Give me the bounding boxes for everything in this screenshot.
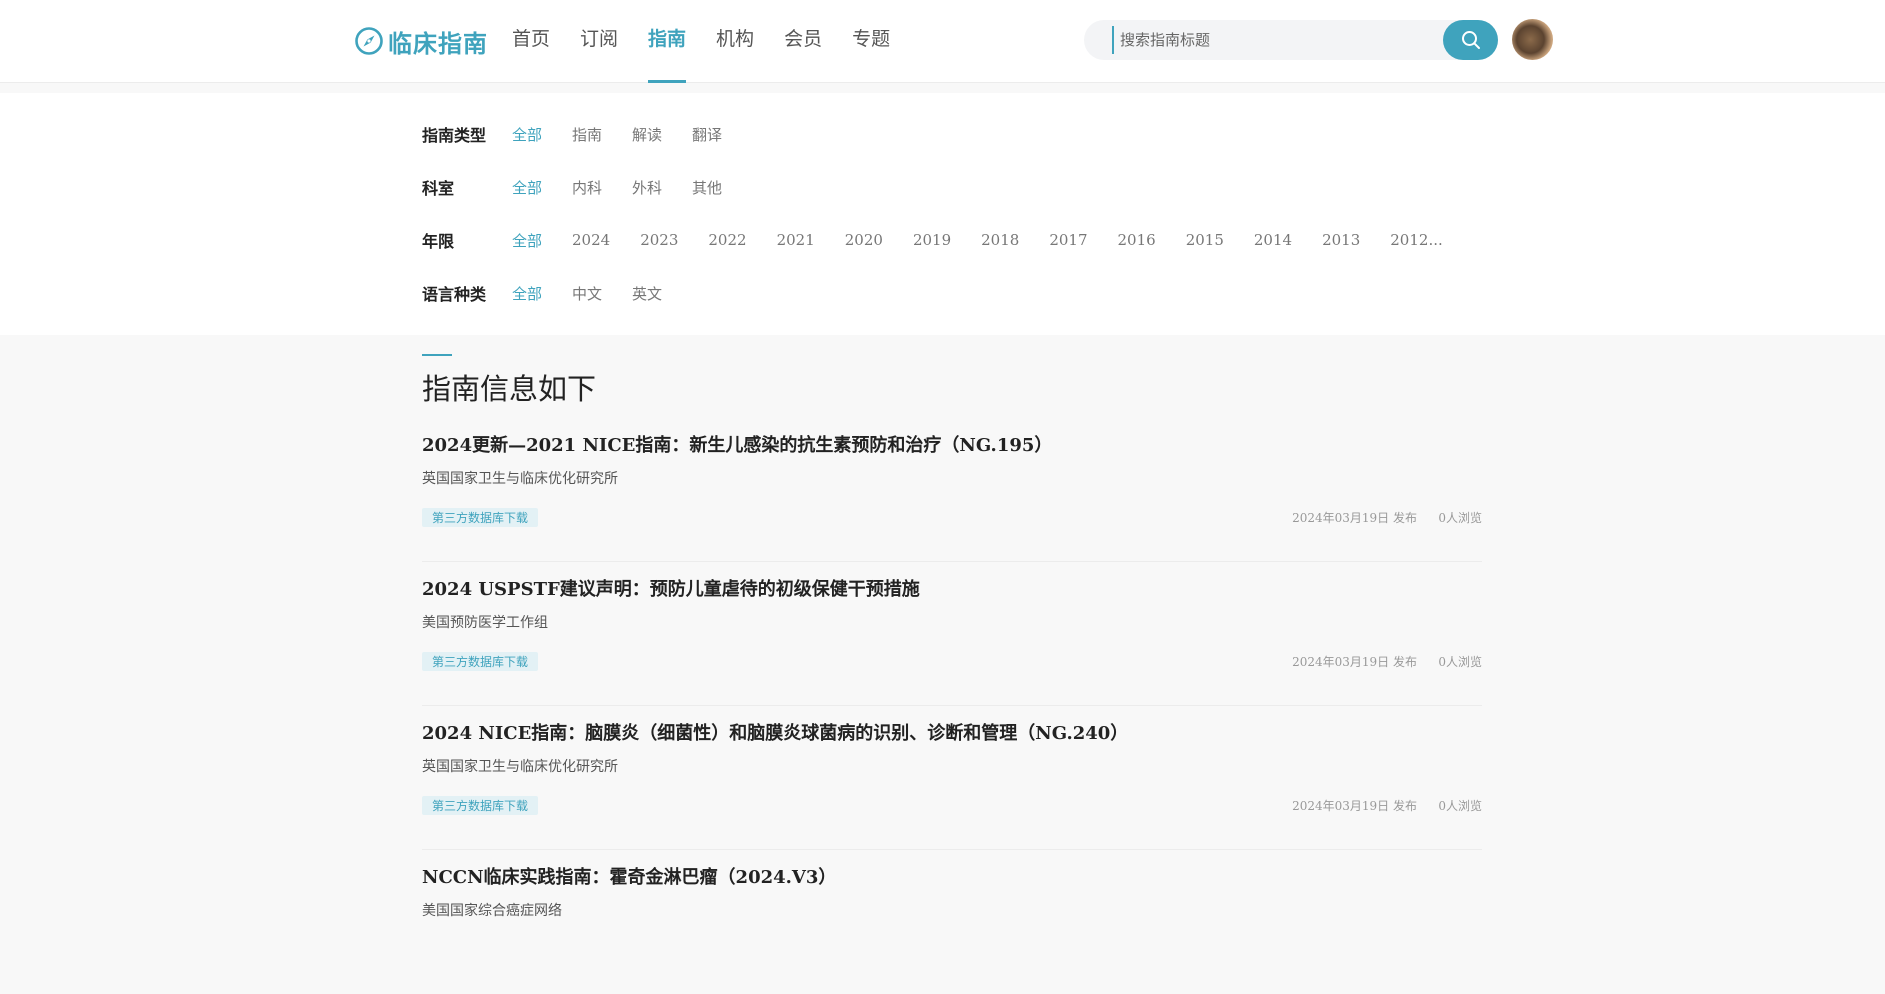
filter-label: 年限 [422, 232, 455, 251]
top-header: 临床指南 首页 订阅 指南 机构 会员 专题 [0, 0, 1885, 83]
list-item: 2024 USPSTF建议声明：预防儿童虐待的初级保健干预措施 美国预防医学工作… [422, 562, 1482, 706]
filter-label: 语言种类 [422, 285, 487, 304]
filter-row-department: 科室 全部 内科 外科 其他 [422, 172, 752, 202]
item-title-link[interactable]: 2024更新—2021 NICE指南：新生儿感染的抗生素预防和治疗（NG.195… [422, 431, 1052, 457]
item-views: 0人浏览 [1438, 799, 1482, 813]
header-inner: 临床指南 首页 订阅 指南 机构 会员 专题 [354, 0, 1554, 83]
filter-option[interactable]: 内科 [572, 177, 602, 198]
item-organization: 英国国家卫生与临床优化研究所 [422, 759, 618, 775]
filter-option[interactable]: 2017 [1049, 231, 1087, 249]
filter-row-type: 指南类型 全部 指南 解读 翻译 [422, 119, 752, 149]
item-title-link[interactable]: NCCN临床实践指南：霍奇金淋巴瘤（2024.V3） [422, 863, 836, 889]
nav-institutions[interactable]: 机构 [716, 0, 754, 83]
guideline-list: 2024更新—2021 NICE指南：新生儿感染的抗生素预防和治疗（NG.195… [422, 418, 1482, 994]
filter-option[interactable]: 2019 [913, 231, 951, 249]
filter-option[interactable]: 翻译 [692, 124, 722, 145]
filter-option[interactable]: 全部 [512, 124, 542, 145]
filter-option[interactable]: 2016 [1118, 231, 1156, 249]
filter-option[interactable]: 全部 [512, 177, 542, 198]
nav-subscribe[interactable]: 订阅 [580, 0, 618, 83]
filter-option[interactable]: 解读 [632, 124, 662, 145]
item-tag[interactable]: 第三方数据库下载 [422, 652, 539, 671]
site-logo[interactable]: 临床指南 [354, 24, 488, 58]
nav-home[interactable]: 首页 [512, 0, 550, 83]
search-button[interactable] [1443, 20, 1498, 60]
item-organization: 英国国家卫生与临床优化研究所 [422, 471, 618, 487]
item-date: 2024年03月19日 发布 [1292, 799, 1417, 813]
filter-option[interactable]: 指南 [572, 124, 602, 145]
filter-option[interactable]: 英文 [632, 283, 662, 304]
nav-membership[interactable]: 会员 [784, 0, 822, 83]
list-item: 2024 NICE指南：脑膜炎（细菌性）和脑膜炎球菌病的识别、诊断和管理（NG.… [422, 706, 1482, 850]
filter-option[interactable]: 全部 [512, 230, 542, 251]
item-date: 2024年03月19日 发布 [1292, 511, 1417, 525]
item-title-link[interactable]: 2024 USPSTF建议声明：预防儿童虐待的初级保健干预措施 [422, 575, 920, 601]
filter-option[interactable]: 其他 [692, 177, 722, 198]
search-icon [1461, 31, 1480, 49]
filter-row-year: 年限 全部 2024 2023 2022 2021 2020 2019 2018… [422, 225, 1473, 255]
nav-topics[interactable]: 专题 [852, 0, 890, 83]
item-organization: 美国预防医学工作组 [422, 615, 548, 631]
filter-option[interactable]: 2024 [572, 231, 610, 249]
filter-option[interactable]: 2022 [708, 231, 746, 249]
section-title: 指南信息如下 [422, 372, 597, 406]
filter-option[interactable]: 全部 [512, 283, 542, 304]
filter-panel: 指南类型 全部 指南 解读 翻译 科室 全部 内科 外科 其他 年限 全部 20… [0, 93, 1885, 335]
filter-row-language: 语言种类 全部 中文 英文 [422, 278, 692, 308]
item-title-link[interactable]: 2024 NICE指南：脑膜炎（细菌性）和脑膜炎球菌病的识别、诊断和管理（NG.… [422, 719, 1128, 745]
filter-option[interactable]: 2021 [777, 231, 815, 249]
filter-option[interactable]: 2020 [845, 231, 883, 249]
main-nav: 首页 订阅 指南 机构 会员 专题 [512, 0, 920, 83]
list-item: 2024更新—2021 NICE指南：新生儿感染的抗生素预防和治疗（NG.195… [422, 418, 1482, 562]
search-box [1084, 20, 1496, 60]
user-avatar[interactable] [1512, 19, 1553, 60]
filter-label: 科室 [422, 179, 455, 198]
search-input[interactable] [1112, 26, 1412, 54]
section-accent-line [422, 354, 452, 356]
compass-icon [355, 27, 383, 55]
filter-label: 指南类型 [422, 126, 487, 145]
filter-option[interactable]: 外科 [632, 177, 662, 198]
item-views: 0人浏览 [1438, 655, 1482, 669]
filter-option[interactable]: 2023 [640, 231, 678, 249]
filter-option[interactable]: 2018 [981, 231, 1019, 249]
filter-option[interactable]: 2012... [1390, 231, 1442, 249]
item-organization: 美国国家综合癌症网络 [422, 903, 562, 919]
nav-guidelines[interactable]: 指南 [648, 0, 687, 83]
logo-text: 临床指南 [388, 29, 488, 58]
list-item: NCCN临床实践指南：霍奇金淋巴瘤（2024.V3） 美国国家综合癌症网络 [422, 850, 1482, 994]
item-views: 0人浏览 [1438, 511, 1482, 525]
item-tag[interactable]: 第三方数据库下载 [422, 508, 539, 527]
filter-option[interactable]: 中文 [572, 283, 602, 304]
item-tag[interactable]: 第三方数据库下载 [422, 796, 539, 815]
filter-option[interactable]: 2013 [1322, 231, 1360, 249]
item-date: 2024年03月19日 发布 [1292, 655, 1417, 669]
filter-option[interactable]: 2014 [1254, 231, 1292, 249]
filter-option[interactable]: 2015 [1186, 231, 1224, 249]
